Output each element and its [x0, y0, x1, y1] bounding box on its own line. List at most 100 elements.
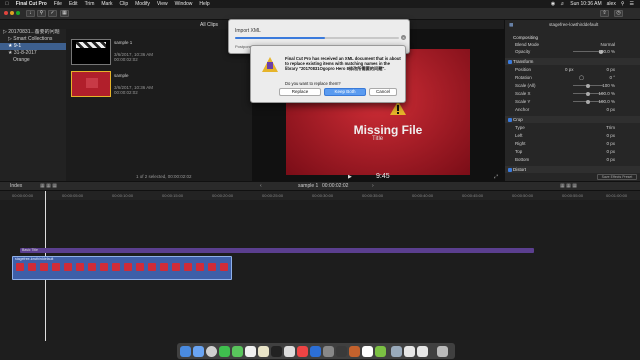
crop-bottom-value[interactable]: 0 px [606, 156, 615, 163]
crop-top-value[interactable]: 0 px [606, 148, 615, 155]
search-icon[interactable]: ⚲ [621, 0, 625, 8]
scale-all-slider[interactable] [573, 83, 603, 88]
messages-icon[interactable] [219, 346, 230, 357]
menu-window[interactable]: Window [175, 0, 193, 8]
sidebar-item-smart-collections[interactable]: ▷ Smart Collections [0, 36, 66, 43]
motion-icon[interactable] [336, 346, 347, 357]
anchor-value[interactable]: 0 px [606, 106, 615, 113]
wifi-icon[interactable]: ◉ [551, 0, 555, 8]
launchpad-icon[interactable] [193, 346, 204, 357]
crop-left-value[interactable]: 0 px [606, 132, 615, 139]
video-clip[interactable]: stagefree-lowthirddefault [12, 256, 232, 280]
background-tasks-icon[interactable]: ◷ [614, 10, 623, 17]
facetime-icon[interactable] [232, 346, 243, 357]
replace-button[interactable]: Replace [279, 88, 321, 96]
preview-icon[interactable] [362, 346, 373, 357]
dock [177, 343, 455, 359]
photos-icon[interactable] [284, 346, 295, 357]
zoom-window-button[interactable] [16, 11, 20, 15]
minimize-window-button[interactable] [10, 11, 14, 15]
scale-x-value[interactable]: 100.0 % [598, 90, 615, 97]
menu-modify[interactable]: Modify [135, 0, 150, 8]
volume-icon[interactable]: ♬ [560, 0, 565, 8]
sidebar-item-event-9-1[interactable]: ★ 9-1 [0, 43, 66, 50]
cancel-import-icon[interactable]: × [401, 35, 406, 40]
finder-icon[interactable] [180, 346, 191, 357]
scale-y-value[interactable]: 100.0 % [598, 98, 615, 105]
calendar-icon[interactable] [245, 346, 256, 357]
menu-mark[interactable]: Mark [101, 0, 112, 8]
save-effects-preset-button[interactable]: Save Effects Preset [597, 174, 637, 180]
timecode-display[interactable]: 9:45 [376, 173, 390, 180]
fullscreen-icon[interactable]: ⤢ [494, 174, 498, 180]
inspector-video-icon[interactable]: ▩ [509, 21, 513, 28]
library-icon[interactable]: ▦ [60, 10, 69, 17]
rotation-dial-icon[interactable]: ◯ [579, 74, 584, 81]
menu-trim[interactable]: Trim [85, 0, 95, 8]
import-icon[interactable]: ↓ [26, 10, 35, 17]
final-cut-pro-icon[interactable] [271, 346, 282, 357]
timeline-zoom-icon[interactable]: ▦ ▦ ▦ [560, 182, 577, 191]
menu-clock[interactable]: Sun 10:36 AM [570, 0, 601, 8]
clip-thumbnail-sample[interactable] [71, 71, 111, 97]
scale-all-value[interactable]: 100 % [602, 82, 615, 89]
transform-checkbox[interactable] [508, 59, 512, 64]
apple-icon[interactable]:  [5, 0, 9, 8]
menu-file[interactable]: File [54, 0, 62, 8]
menu-clip[interactable]: Clip [120, 0, 129, 8]
menu-app-name[interactable]: Final Cut Pro [16, 0, 47, 8]
forward-arrow-icon[interactable]: › [372, 182, 374, 191]
system-preferences-icon[interactable] [323, 346, 334, 357]
clip-filter[interactable]: All Clips [200, 22, 218, 28]
import-progress-bar [235, 37, 399, 39]
back-arrow-icon[interactable]: ‹ [260, 182, 262, 191]
sidebar-item-orange[interactable]: Orange [0, 57, 66, 64]
close-window-button[interactable] [4, 11, 8, 15]
folder-icon[interactable] [391, 346, 402, 357]
compressor-icon[interactable] [349, 346, 360, 357]
menu-help[interactable]: Help [199, 0, 209, 8]
keep-both-button[interactable]: Keep Both [324, 88, 366, 96]
blend-mode-select[interactable]: Normal [600, 41, 615, 48]
opacity-value[interactable]: 100.0 % [598, 48, 615, 55]
list-icon[interactable]: ☰ [630, 0, 634, 8]
rotation-label: Rotation [515, 75, 532, 80]
cancel-button[interactable]: Cancel [369, 88, 397, 96]
menu-edit[interactable]: Edit [69, 0, 78, 8]
app-store-icon[interactable] [310, 346, 321, 357]
ruler-tick-label: 00:00:55:00 [562, 193, 584, 198]
share-icon[interactable]: ⇧ [600, 10, 609, 17]
key-icon[interactable]: ⚲ [37, 10, 46, 17]
timeline[interactable]: Basic Title stagefree-lowthirddefault [0, 191, 640, 341]
timeline-tools-icon[interactable]: ▦ ▦ ▦ [40, 182, 57, 191]
trash-icon[interactable] [437, 346, 448, 357]
documents-icon[interactable] [404, 346, 415, 357]
play-button[interactable]: ▶ [348, 174, 352, 180]
menu-user[interactable]: alex [607, 0, 616, 8]
clip-name: sample [114, 73, 129, 78]
position-x-value[interactable]: 0 px [565, 66, 574, 73]
ruler-tick-label: 00:00:45:00 [462, 193, 484, 198]
crop-checkbox[interactable] [508, 117, 512, 122]
sidebar-item-event-31-8[interactable]: ★ 31-8-2017 [0, 50, 66, 57]
rotation-value[interactable]: 0 ° [609, 74, 615, 81]
crop-type-select[interactable]: Trim [606, 124, 615, 131]
menu-view[interactable]: View [157, 0, 168, 8]
android-icon[interactable] [375, 346, 386, 357]
safari-icon[interactable] [206, 346, 217, 357]
title-clip[interactable]: Basic Title [20, 248, 534, 253]
crop-right-value[interactable]: 0 px [606, 140, 615, 147]
check-icon[interactable]: ✓ [48, 10, 57, 17]
crop-right-label: Right [515, 141, 526, 146]
crop-type-label: Type [515, 125, 525, 130]
sidebar-item-library[interactable]: ▷ 20170831...备要的问题 [0, 29, 66, 36]
downloads-icon[interactable] [417, 346, 428, 357]
position-y-value[interactable]: 0 px [606, 66, 615, 73]
clip-thumbnail-sample-1[interactable] [71, 39, 111, 65]
notes-icon[interactable] [258, 346, 269, 357]
index-button[interactable]: Index [10, 182, 22, 191]
timeline-ruler[interactable]: 00:00:00:00 00:00:05:00 00:00:10:00 00:0… [0, 191, 640, 200]
distort-checkbox[interactable] [508, 167, 512, 172]
music-icon[interactable] [297, 346, 308, 357]
ruler-tick-label: 00:00:25:00 [262, 193, 284, 198]
